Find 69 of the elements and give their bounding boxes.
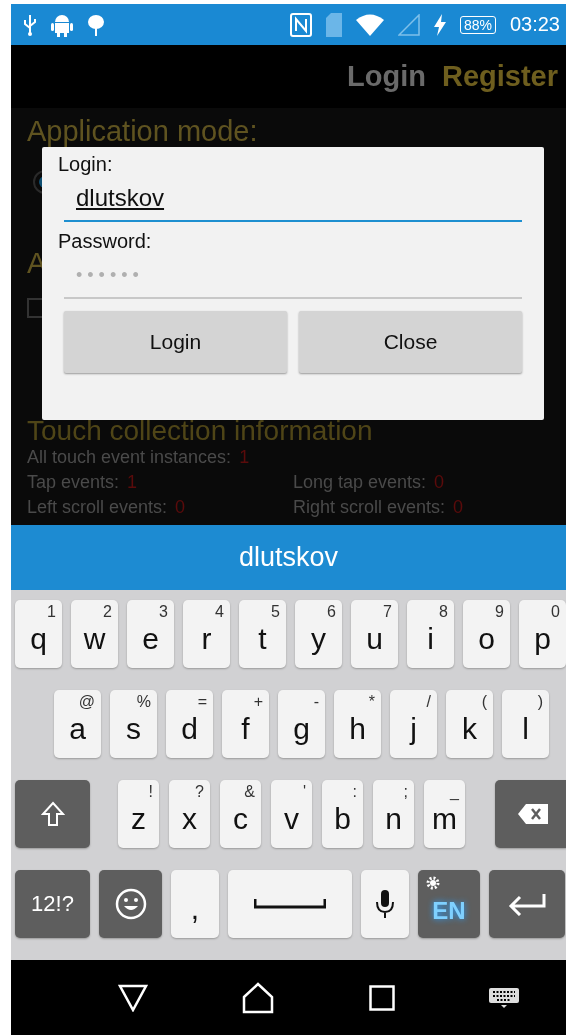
recent-apps-icon[interactable] <box>368 984 395 1011</box>
shift-key[interactable] <box>15 780 90 848</box>
space-key[interactable] <box>228 870 352 938</box>
key[interactable]: 8 i <box>407 600 454 668</box>
android-icon <box>51 12 73 37</box>
word-suggestion[interactable]: dlutskov <box>238 542 339 573</box>
key[interactable]: 9 o <box>463 600 510 668</box>
key[interactable]: 2 w <box>71 600 118 668</box>
microphone-key[interactable] <box>361 870 409 938</box>
key[interactable]: ) l <box>502 690 549 758</box>
key[interactable]: = d <box>166 690 213 758</box>
sim-card-icon <box>325 12 342 37</box>
stat-label: Right scroll events: 0 <box>293 496 465 519</box>
section-heading: Touch collection information <box>27 416 374 446</box>
smiley-icon <box>114 888 147 920</box>
backspace-key[interactable] <box>495 780 566 848</box>
login-field[interactable]: dlutskov <box>64 176 522 222</box>
key[interactable]: ! z <box>118 780 159 848</box>
field-label: Password: <box>58 230 152 253</box>
symbols-key[interactable]: 12!? <box>15 870 90 938</box>
key[interactable]: ? x <box>169 780 210 848</box>
key[interactable]: 0 p <box>519 600 566 668</box>
tab[interactable]: Login <box>347 60 426 93</box>
key[interactable]: 5 t <box>239 600 286 668</box>
stat-label: Tap events: 1 <box>27 471 139 494</box>
battery-level: 88% <box>459 15 496 34</box>
stat-label: All touch event instances: 1 <box>27 446 251 469</box>
key[interactable]: 6 y <box>295 600 342 668</box>
key[interactable]: ( k <box>446 690 493 758</box>
enter-icon <box>508 892 546 916</box>
keyboard-icon[interactable] <box>488 987 519 1008</box>
key[interactable]: 1 q <box>15 600 62 668</box>
key[interactable]: 7 u <box>351 600 398 668</box>
key[interactable]: , <box>171 870 219 938</box>
key[interactable]: @ a <box>54 690 101 758</box>
key[interactable]: 4 r <box>183 600 230 668</box>
key[interactable]: % s <box>110 690 157 758</box>
stat-label: Left scroll events: 0 <box>27 496 187 519</box>
space-icon <box>254 899 326 909</box>
home-icon[interactable] <box>242 981 275 1014</box>
field-label: Login: <box>58 153 113 176</box>
wifi-icon <box>355 13 384 36</box>
key[interactable]: + f <box>222 690 269 758</box>
section-heading: Application mode: <box>27 114 259 148</box>
key[interactable]: ; n <box>373 780 414 848</box>
emoji-key[interactable] <box>99 870 162 938</box>
gear-icon <box>426 876 440 890</box>
key[interactable]: & c <box>220 780 261 848</box>
key[interactable]: 3 e <box>127 600 174 668</box>
key[interactable]: - g <box>278 690 325 758</box>
dialog-button[interactable]: Login <box>64 311 287 373</box>
dialog-button[interactable]: Close <box>299 311 522 373</box>
key[interactable]: ' v <box>271 780 312 848</box>
clock: 03:23 <box>509 13 560 36</box>
microphone-icon <box>375 889 395 919</box>
signal-icon <box>397 13 420 36</box>
usb-icon <box>23 13 37 36</box>
backspace-icon <box>517 804 548 824</box>
key[interactable]: * h <box>334 690 381 758</box>
key[interactable]: / j <box>390 690 437 758</box>
back-icon[interactable] <box>118 983 149 1012</box>
enter-key[interactable] <box>489 870 565 938</box>
key[interactable]: : b <box>322 780 363 848</box>
stat-label: Long tap events: 0 <box>293 471 446 494</box>
key[interactable]: _ m <box>424 780 465 848</box>
nfc-icon <box>289 12 312 37</box>
language-key[interactable]: EN <box>418 870 480 938</box>
charging-icon <box>433 13 446 36</box>
shift-icon <box>40 801 65 827</box>
